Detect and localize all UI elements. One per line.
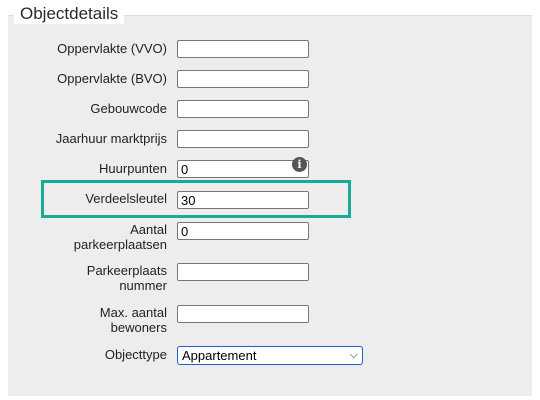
chevron-down-icon: ⌵: [349, 349, 358, 361]
object-details-page: Objectdetails Oppervlakte (VVO) Oppervla…: [0, 0, 540, 400]
oppervlakte-bvo-input[interactable]: [177, 70, 309, 88]
parkeerplaats-nummer-input[interactable]: [177, 263, 309, 281]
huurpunten-input[interactable]: 0: [177, 160, 309, 178]
objecttype-selected-value: Appartement: [182, 348, 257, 363]
info-icon[interactable]: i: [292, 157, 307, 172]
max-bewoners-input[interactable]: [177, 305, 309, 323]
oppervlakte-vvo-input[interactable]: [177, 40, 309, 58]
max-bewoners-label-line2: bewoners: [110, 320, 167, 335]
parkeerplaats-nummer-label-line1: Parkeerplaats: [86, 263, 167, 278]
highlight-box: [41, 180, 351, 218]
jaarhuur-input[interactable]: [177, 130, 309, 148]
oppervlakte-bvo-label: Oppervlakte (BVO): [57, 71, 167, 86]
gebouwcode-input[interactable]: [177, 100, 309, 118]
gebouwcode-label: Gebouwcode: [90, 101, 167, 116]
max-bewoners-label-line1: Max. aantal: [99, 305, 167, 320]
parkeerplaats-nummer-label-line2: nummer: [119, 278, 167, 293]
huurpunten-label: Huurpunten: [99, 161, 167, 176]
section-legend: Objectdetails: [14, 4, 125, 24]
oppervlakte-vvo-label: Oppervlakte (VVO): [57, 41, 167, 56]
aantal-parkeerplaatsen-label-line2: parkeerplaatsen: [73, 237, 167, 252]
aantal-parkeerplaatsen-input[interactable]: 0: [177, 222, 309, 240]
jaarhuur-label: Jaarhuur marktprijs: [55, 131, 167, 146]
aantal-parkeerplaatsen-label-line1: Aantal: [130, 222, 167, 237]
objecttype-label: Objecttype: [104, 347, 167, 362]
objecttype-select[interactable]: Appartement ⌵: [177, 346, 363, 365]
